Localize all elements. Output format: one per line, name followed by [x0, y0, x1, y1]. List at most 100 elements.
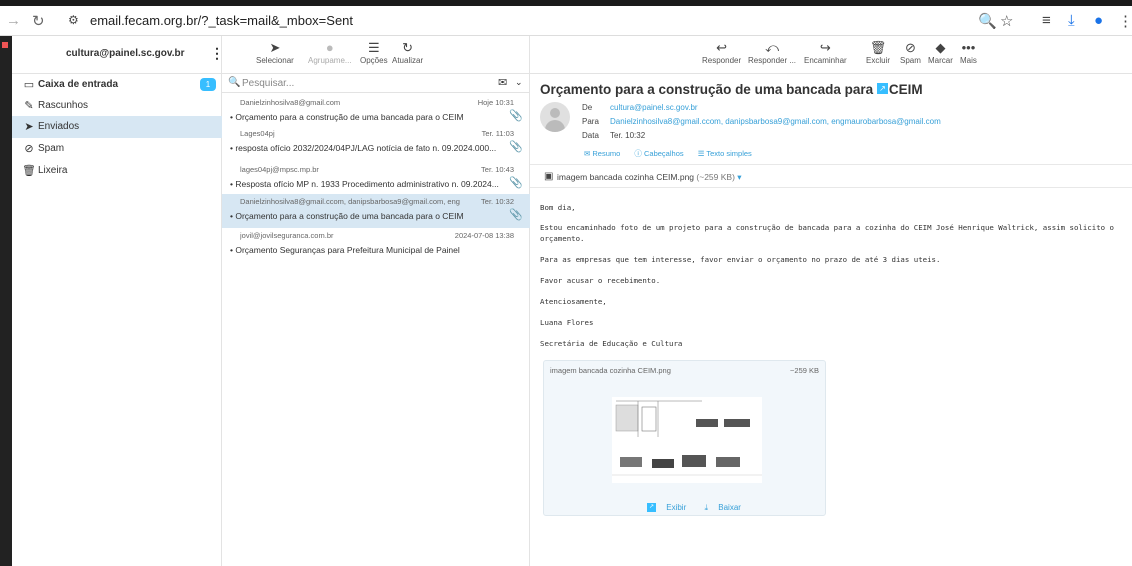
attachment-list: ▣ imagem bancada cozinha CEIM.png (~259 …	[530, 164, 1132, 188]
menu-kebab-icon[interactable]: ⋮	[1118, 12, 1132, 30]
paperclip-icon: 📎	[509, 209, 523, 221]
body-paragraph: Para as empresas que tem interesse, favo…	[540, 255, 941, 264]
attachment-actions: ↗ Exibir ⤓ Baixar	[647, 503, 757, 513]
download-icon[interactable]: ⤓	[1068, 12, 1075, 29]
trash-icon: 🗑	[869, 40, 887, 55]
refresh-icon: ↻	[402, 40, 414, 55]
paperclip-icon: 📎	[509, 110, 523, 122]
search-bar[interactable]: 🔍 Pesquisar... ✉ ⌄	[222, 74, 530, 93]
paper-plane-icon: ➤	[24, 121, 34, 133]
taskbar-marker	[2, 42, 8, 48]
summary-link[interactable]: ✉ Resumo	[584, 149, 626, 158]
message-row[interactable]: lages04pj@mpsc.mp.br Ter. 10:43 • Respos…	[222, 162, 530, 196]
search-input[interactable]: Pesquisar...	[242, 78, 294, 89]
message-toolbar: ↩ Responder ⤺ Responder ... ↪ Encaminhar 🗑 E…	[530, 36, 1132, 74]
from-address[interactable]: cultura@painel.sc.gov.br	[610, 103, 698, 112]
paperclip-icon: 📎	[509, 141, 523, 153]
url-field[interactable]: email.fecam.org.br/?_task=mail&_mbox=Sen…	[90, 13, 353, 28]
reply-icon: ↩	[716, 40, 728, 55]
attachment-card-size: ~259 KB	[790, 366, 819, 375]
email-subject: Orçamento para a construção de uma banca…	[540, 82, 923, 97]
download-icon: ⤓	[704, 503, 709, 512]
more-icon: •••	[961, 40, 976, 55]
browser-address-bar: → ↻ ⚙ email.fecam.org.br/?_task=mail&_mb…	[0, 6, 1132, 36]
attachment-card: imagem bancada cozinha CEIM.png ~259 KB …	[543, 360, 826, 516]
attachment-thumbnail[interactable]	[612, 397, 762, 483]
sliders-icon: ☰	[367, 40, 380, 55]
select-button[interactable]: ➤ Selecionar	[256, 40, 294, 65]
header-view-links: ✉ Resumo ⓘ Cabeçalhos ☰ Texto simples	[584, 148, 764, 159]
message-row[interactable]: Danielzinhosilva8@gmail.com Hoje 10:31 •…	[222, 95, 530, 129]
body-paragraph: Favor acusar o recebimento.	[540, 276, 661, 285]
forward-button[interactable]: ↪ Encaminhar	[804, 40, 847, 65]
message-subject: • Orçamento para a construção de uma ban…	[230, 112, 464, 122]
plain-text-link[interactable]: ☰ Texto simples	[698, 149, 758, 158]
attachment-menu-caret-icon[interactable]: ▾	[737, 172, 741, 182]
group-button: ● Agrupame...	[308, 40, 352, 65]
profile-icon[interactable]: ●	[1094, 12, 1103, 29]
options-button[interactable]: ☰ Opções	[360, 40, 388, 65]
message-list: 🔍 Pesquisar... ✉ ⌄ Danielzinhosilva8@gma…	[222, 74, 530, 566]
pencil-icon: ✎	[24, 100, 34, 112]
body-signature-title: Secretária de Educação e Cultura	[540, 339, 683, 348]
image-file-icon: ▣	[544, 171, 554, 182]
to-label: Para	[582, 117, 599, 126]
bookmark-star-icon[interactable]: ☆	[1000, 12, 1013, 30]
to-addresses[interactable]: Danielzinhosilva8@gmail.ccom, danipsbarb…	[610, 117, 941, 126]
chevron-down-icon[interactable]: ⌄	[515, 77, 523, 88]
inbox-icon: ▭	[23, 79, 35, 91]
folder-drafts[interactable]: ✎ Rascunhos	[12, 95, 222, 117]
view-attachment-button[interactable]: ↗ Exibir	[647, 503, 694, 513]
tag-icon: ◆	[935, 40, 946, 55]
message-subject: • Orçamento para a construção de uma ban…	[230, 211, 464, 221]
envelope-filter-icon[interactable]: ✉	[498, 76, 507, 89]
open-icon: ↗	[647, 503, 656, 513]
message-row[interactable]: Lages04pj Ter. 11:03 • resposta ofício 2…	[222, 126, 530, 160]
from-label: De	[582, 103, 593, 112]
forward-mail-icon: ↪	[819, 40, 831, 55]
forward-icon[interactable]: →	[6, 12, 21, 29]
message-row[interactable]: jovil@jovilseguranca.com.br 2024-07-08 1…	[222, 228, 530, 262]
message-subject: • resposta ofício 2032/2024/04PJ/LAG not…	[230, 143, 497, 153]
account-name: cultura@painel.sc.gov.br	[66, 48, 185, 59]
delete-button[interactable]: 🗑 Excluir	[866, 40, 890, 65]
spam-icon: ⊘	[24, 143, 34, 155]
spam-icon: ⊘	[905, 40, 916, 55]
list-toolbar: ➤ Selecionar ● Agrupame... ☰ Opções ↻ Atuali…	[222, 36, 530, 74]
zoom-icon[interactable]: 🔍	[978, 12, 997, 30]
threads-icon: ●	[325, 40, 334, 55]
reply-button[interactable]: ↩ Responder	[702, 40, 741, 65]
reply-all-icon: ⤺	[765, 40, 779, 55]
more-button[interactable]: ••• Mais	[960, 40, 977, 65]
reply-all-button[interactable]: ⤺ Responder ...	[748, 40, 796, 65]
avatar	[540, 102, 570, 132]
search-icon: 🔍	[228, 77, 241, 88]
folder-sent[interactable]: ➤ Enviados	[12, 116, 222, 138]
cursor-icon: ➤	[269, 40, 281, 55]
refresh-button[interactable]: ↻ Atualizar	[392, 40, 423, 65]
message-subject: • Resposta ofício MP n. 1933 Procediment…	[230, 179, 499, 189]
body-closing: Atenciosamente,	[540, 297, 607, 306]
mark-button[interactable]: ◆ Marcar	[928, 40, 953, 65]
download-attachment-button[interactable]: ⤓ Baixar	[704, 503, 748, 512]
folder-inbox[interactable]: ▭ Caixa de entrada 1	[12, 74, 222, 96]
folder-list: ▭ Caixa de entrada 1 ✎ Rascunhos ➤ Envia…	[12, 74, 222, 566]
headers-link[interactable]: ⓘ Cabeçalhos	[634, 149, 689, 158]
body-signature-name: Luana Flores	[540, 318, 594, 327]
message-row-selected[interactable]: Danielzinhosilva8@gmail.ccom, danipsbarb…	[222, 194, 530, 228]
reading-pane: Orçamento para a construção de uma banca…	[530, 74, 1132, 566]
trash-icon: 🗑	[22, 165, 36, 177]
folder-trash[interactable]: 🗑 Lixeira	[12, 160, 222, 182]
attachment-link[interactable]: imagem bancada cozinha CEIM.png (~259 KB…	[557, 172, 742, 183]
body-paragraph: Estou encaminhado foto de um projeto par…	[540, 223, 1114, 243]
open-new-window-icon[interactable]: ↗	[877, 83, 888, 94]
reading-list-icon[interactable]: ≡	[1042, 12, 1051, 29]
site-settings-icon[interactable]: ⚙	[68, 13, 79, 27]
attachment-card-name: imagem bancada cozinha CEIM.png	[550, 366, 671, 375]
folder-spam[interactable]: ⊘ Spam	[12, 138, 222, 160]
spam-button[interactable]: ⊘ Spam	[900, 40, 921, 65]
reload-icon[interactable]: ↻	[32, 12, 45, 30]
body-greeting: Bom dia,	[540, 203, 576, 212]
paperclip-icon: 📎	[509, 177, 523, 189]
account-header: cultura@painel.sc.gov.br ⋮	[12, 36, 224, 74]
